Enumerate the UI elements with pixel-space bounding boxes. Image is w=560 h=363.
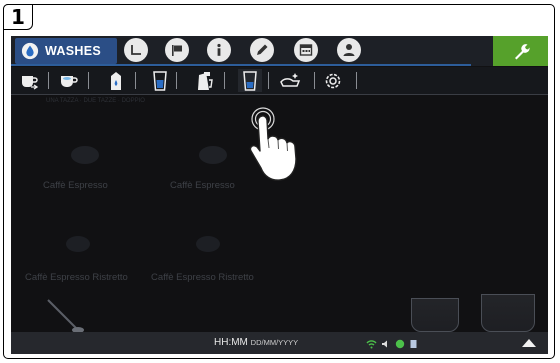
step-number: 1 <box>3 4 33 30</box>
background-cup-image <box>196 236 220 252</box>
cup-button[interactable] <box>57 69 81 92</box>
glass-cup-image <box>411 298 459 332</box>
toolbar-separator <box>224 72 225 89</box>
pointing-hand-icon <box>249 107 297 181</box>
background-cup-image <box>199 146 227 164</box>
background-cup-image <box>71 146 99 164</box>
toolbar-separator <box>268 72 269 89</box>
user-icon <box>343 44 355 56</box>
volume-icon <box>382 340 387 347</box>
status-dot-icon <box>395 339 405 348</box>
milk-jug-icon <box>198 71 213 90</box>
background-product-label: Caffè Espresso <box>43 180 108 191</box>
toolbar-separator <box>135 72 136 89</box>
toolbar-separator <box>48 72 49 89</box>
background-subtext: UNA TAZZA · DUE TAZZE · DOPPIO <box>46 98 145 104</box>
clock-time: HH:MM <box>214 337 248 348</box>
background-product-label: Caffè Espresso Ristretto <box>151 272 254 283</box>
cleaning-icon <box>280 72 301 87</box>
top-bar: WASHES <box>11 36 548 66</box>
status-bar: HH:MM DD/MM/YYYY <box>11 332 548 354</box>
background-cup-image <box>66 236 90 252</box>
clock-button[interactable] <box>124 38 148 62</box>
background-product-label: Caffè Espresso Ristretto <box>25 272 128 283</box>
date-format: DD/MM/YYYY <box>250 338 299 347</box>
wifi-icon <box>366 339 377 348</box>
toolbar-separator <box>356 72 357 89</box>
calendar-button[interactable] <box>294 38 318 62</box>
cup-rinse-button[interactable] <box>18 69 42 92</box>
cleaning-button[interactable] <box>278 69 302 92</box>
background-product-label: Caffè Espresso <box>170 180 235 191</box>
washes-tab-label: WASHES <box>45 44 101 58</box>
pencil-button[interactable] <box>250 38 274 62</box>
milk-jug-button[interactable] <box>193 69 217 92</box>
toolbar-separator <box>314 72 315 89</box>
milk-carton-icon <box>111 71 121 90</box>
cup-rinse-icon <box>22 75 39 90</box>
wrench-icon <box>514 44 530 60</box>
clock-display: HH:MM DD/MM/YYYY <box>214 337 298 348</box>
glass-selected-icon <box>243 70 257 91</box>
glass-icon <box>153 70 167 91</box>
pencil-icon <box>257 44 268 55</box>
triangle-up-icon[interactable] <box>521 338 537 348</box>
gear-icon <box>325 73 341 88</box>
toolbar-separator <box>176 72 177 89</box>
machine-screen: WASHES UNA TAZZA · DUE TAZZE · DOPPIO Ca… <box>11 36 548 354</box>
user-button[interactable] <box>337 38 361 62</box>
washes-tab[interactable]: WASHES <box>15 38 117 64</box>
flag-icon <box>172 45 182 56</box>
spoon-image <box>47 299 84 333</box>
flag-button[interactable] <box>165 38 189 62</box>
info-button[interactable] <box>207 38 231 62</box>
glass-cup-image <box>481 294 535 332</box>
usb-icon <box>410 339 417 348</box>
milk-carton-button[interactable] <box>104 69 128 92</box>
settings-wrench-button[interactable] <box>493 36 548 66</box>
glass-button[interactable] <box>148 69 172 92</box>
clock-icon <box>131 45 141 55</box>
top-bar-accent-line <box>11 64 471 66</box>
calendar-icon <box>299 44 313 56</box>
water-drop-icon <box>21 42 39 60</box>
glass-selected-button[interactable] <box>238 69 262 92</box>
gear-button[interactable] <box>321 69 345 92</box>
status-indicators <box>366 338 418 349</box>
cup-icon <box>61 75 78 87</box>
wash-type-toolbar <box>11 67 548 95</box>
toolbar-separator <box>88 72 89 89</box>
info-icon <box>217 43 221 56</box>
